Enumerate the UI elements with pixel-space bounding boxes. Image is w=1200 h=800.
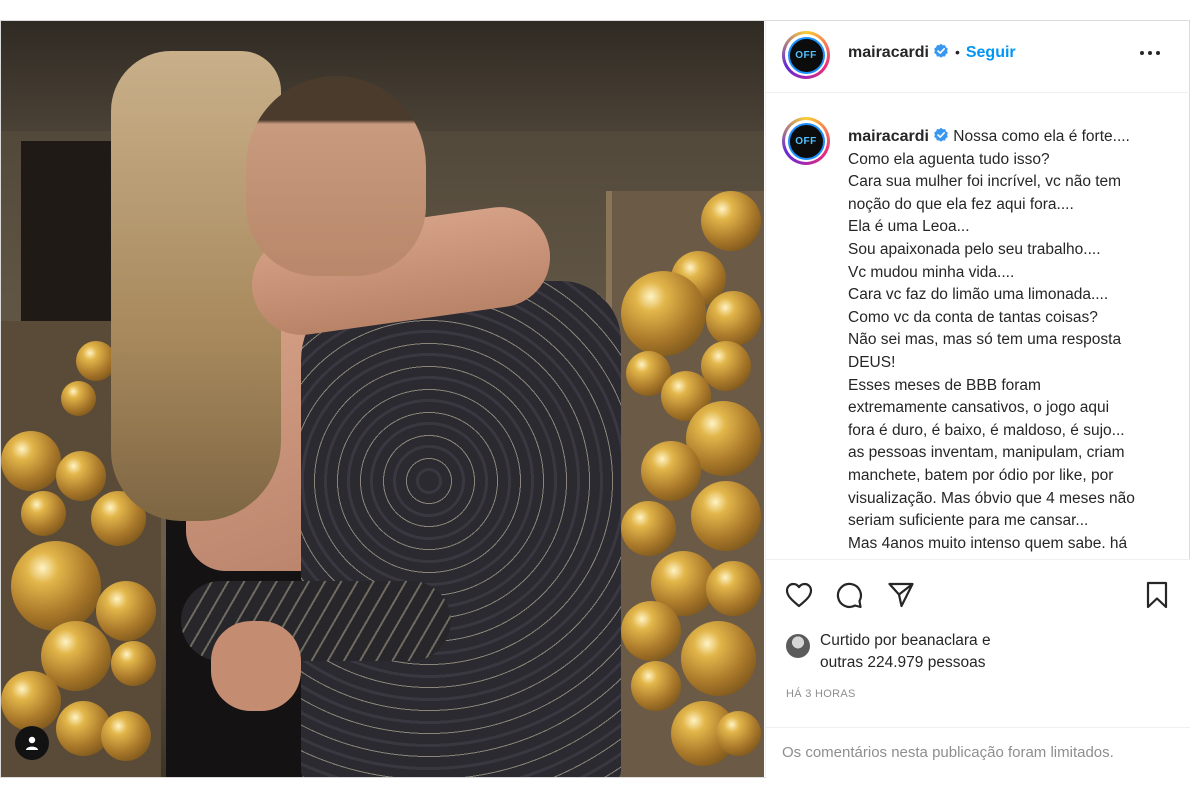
gold-balloon bbox=[111, 641, 156, 686]
caption-line: Cara vc faz do limão uma limonada.... bbox=[848, 286, 1109, 304]
caption-line: Não sei mas, mas só tem uma resposta bbox=[848, 331, 1122, 349]
likes-text[interactable]: Curtido por beanaclara e outras 224.979 … bbox=[820, 630, 991, 674]
save-button[interactable] bbox=[1142, 580, 1172, 610]
paper-plane-icon bbox=[888, 582, 914, 608]
comments-limited-text: Os comentários nesta publicação foram li… bbox=[782, 744, 1114, 761]
caption-line: noção do que ela fez aqui fora.... bbox=[848, 195, 1074, 213]
gold-balloon bbox=[716, 711, 761, 756]
gold-balloon bbox=[101, 711, 151, 761]
liker-avatar[interactable] bbox=[786, 634, 810, 658]
instagram-post: OFF mairacardi • Seguir OFF mairacardi N… bbox=[0, 20, 1190, 778]
profile-avatar[interactable]: OFF bbox=[782, 31, 830, 79]
caption-line: extremamente cansativos, o jogo aqui bbox=[848, 399, 1110, 417]
caption-line: Ela é uma Leoa... bbox=[848, 218, 970, 236]
person-icon bbox=[26, 736, 38, 750]
caption-username[interactable]: mairacardi bbox=[848, 128, 929, 145]
gold-balloon bbox=[76, 341, 116, 381]
gold-balloon bbox=[21, 491, 66, 536]
caption-line: DEUS! bbox=[848, 353, 896, 371]
gold-balloon bbox=[61, 381, 96, 416]
verified-badge-icon bbox=[934, 127, 948, 142]
gold-balloon bbox=[1, 431, 61, 491]
share-button[interactable] bbox=[886, 580, 916, 610]
caption-line: seriam suficiente para me cansar... bbox=[848, 512, 1089, 530]
gold-balloon bbox=[641, 441, 701, 501]
gold-balloon bbox=[11, 541, 101, 631]
more-options-button[interactable] bbox=[1138, 41, 1162, 65]
caption-line: fora é duro, é baixo, é maldoso, é sujo.… bbox=[848, 421, 1125, 439]
caption-line: visualização. Mas óbvio que 4 meses não bbox=[848, 489, 1135, 507]
caption-text: mairacardi Nossa como ela é forte.... Co… bbox=[848, 126, 1168, 555]
more-options-icon bbox=[1140, 51, 1160, 55]
gold-balloon bbox=[701, 191, 761, 251]
gold-balloon bbox=[706, 561, 761, 616]
gold-balloon bbox=[706, 291, 761, 346]
caption-line: Como vc da conta de tantas coisas? bbox=[848, 308, 1098, 326]
caption-line: Nossa como ela é forte.... bbox=[953, 128, 1130, 145]
caption-line: Vc mudou minha vida.... bbox=[848, 263, 1015, 281]
header-username[interactable]: mairacardi bbox=[848, 44, 929, 61]
gold-balloon bbox=[631, 661, 681, 711]
caption-line: Mas 4anos muito intenso quem sabe. há bbox=[848, 534, 1128, 552]
likes-line-1: Curtido por beanaclara e bbox=[820, 632, 991, 649]
caption-line: as pessoas inventam, manipulam, criam bbox=[848, 444, 1125, 462]
post-header: OFF mairacardi • Seguir bbox=[766, 21, 1190, 93]
follow-button[interactable]: Seguir bbox=[966, 44, 1016, 61]
gold-balloon bbox=[1, 671, 61, 731]
likes-line-2: outras 224.979 pessoas bbox=[820, 654, 986, 671]
gold-balloon bbox=[621, 501, 676, 556]
post-timestamp[interactable]: HÁ 3 HORAS bbox=[786, 688, 856, 700]
caption-avatar[interactable]: OFF bbox=[782, 117, 830, 165]
gold-balloon bbox=[701, 341, 751, 391]
post-side-panel: OFF mairacardi • Seguir OFF mairacardi N… bbox=[765, 21, 1190, 778]
clasped-hands bbox=[211, 621, 301, 711]
header-user-line: mairacardi • Seguir bbox=[848, 43, 1016, 62]
heart-icon bbox=[785, 582, 813, 608]
comments-limited-notice: Os comentários nesta publicação foram li… bbox=[766, 727, 1190, 779]
like-button[interactable] bbox=[784, 580, 814, 610]
verified-badge-icon bbox=[934, 43, 948, 58]
separator-dot: • bbox=[954, 44, 960, 60]
gold-balloon bbox=[56, 451, 106, 501]
post-photo[interactable] bbox=[1, 21, 764, 777]
bookmark-icon bbox=[1146, 581, 1168, 609]
man-jacket bbox=[301, 281, 621, 777]
man-head bbox=[246, 76, 426, 276]
gold-balloon bbox=[691, 481, 761, 551]
gold-balloon bbox=[96, 581, 156, 641]
caption-line: Como ela aguenta tudo isso? bbox=[848, 150, 1050, 168]
gold-balloon bbox=[621, 271, 706, 356]
tagged-users-button[interactable] bbox=[15, 726, 49, 760]
caption-line: Cara sua mulher foi incrível, vc não tem bbox=[848, 173, 1122, 191]
comment-button[interactable] bbox=[834, 580, 864, 610]
actions-section: Curtido por beanaclara e outras 224.979 … bbox=[766, 559, 1190, 778]
caption-area: OFF mairacardi Nossa como ela é forte...… bbox=[766, 93, 1190, 577]
caption-line: Esses meses de BBB foram bbox=[848, 376, 1041, 394]
gold-balloon bbox=[621, 601, 681, 661]
caption-line: Sou apaixonada pelo seu trabalho.... bbox=[848, 240, 1101, 258]
comment-icon bbox=[836, 582, 863, 609]
gold-balloon bbox=[681, 621, 756, 696]
caption-line: manchete, batem por ódio por like, por bbox=[848, 466, 1114, 484]
